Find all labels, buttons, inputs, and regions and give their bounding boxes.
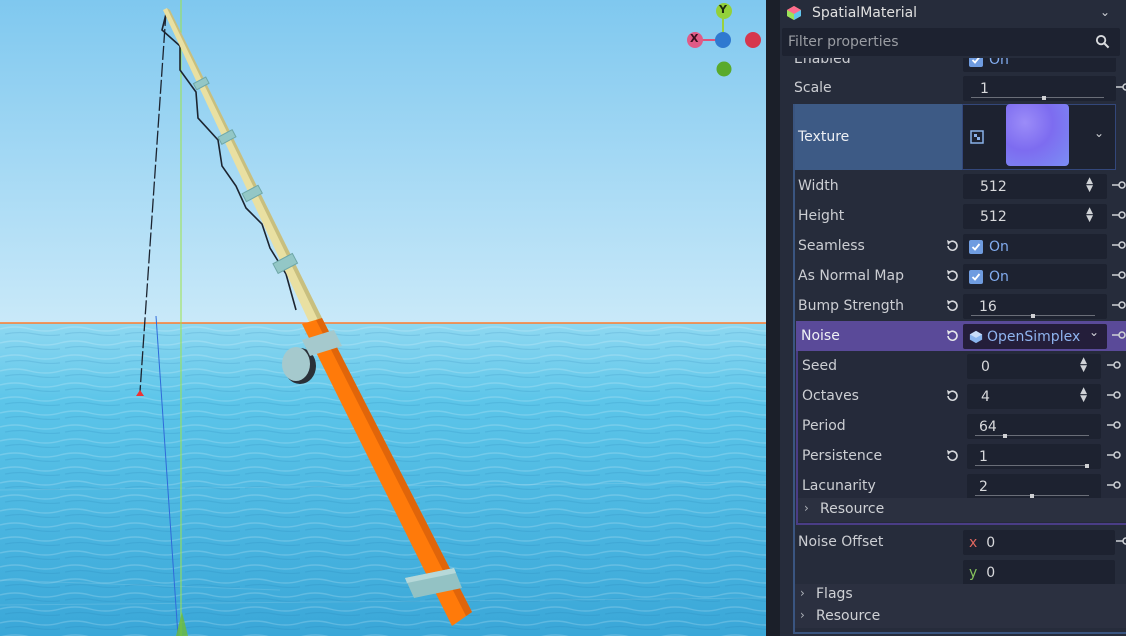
property-list: Enabled On Scale 1 Texture ⌄ Width 512 ▲… bbox=[780, 58, 1126, 636]
noise-offset-y[interactable]: y 0 bbox=[963, 560, 1115, 585]
spin-arrows-icon[interactable]: ▲ ▼ bbox=[1086, 207, 1093, 224]
revert-icon[interactable] bbox=[944, 268, 960, 284]
key-icon[interactable] bbox=[1107, 390, 1121, 400]
prop-noise[interactable]: Noise OpenSimplex ⌄ bbox=[780, 321, 1126, 351]
opensimplex-noise-icon bbox=[969, 330, 983, 343]
prop-seamless[interactable]: Seamless On bbox=[780, 231, 1126, 261]
octaves-spinbox[interactable]: 4 ▲ ▼ bbox=[967, 384, 1101, 409]
revert-icon[interactable] bbox=[944, 238, 960, 254]
prop-seed[interactable]: Seed 0 ▲ ▼ bbox=[780, 351, 1126, 381]
resource-header[interactable]: SpatialMaterial ⌄ bbox=[780, 0, 1126, 26]
noise-offset-x[interactable]: x 0 bbox=[963, 530, 1115, 555]
spatial-material-icon bbox=[787, 6, 801, 20]
gizmo-x-label[interactable]: X bbox=[690, 32, 698, 45]
prop-bump-strength[interactable]: Bump Strength 16 bbox=[780, 291, 1126, 321]
section-resource[interactable]: › Resource bbox=[794, 606, 1126, 628]
width-spinbox[interactable]: 512 ▲ ▼ bbox=[963, 174, 1107, 199]
seed-spinbox[interactable]: 0 ▲ ▼ bbox=[967, 354, 1101, 379]
gizmo-x-positive bbox=[745, 32, 761, 48]
panel-splitter[interactable] bbox=[766, 0, 780, 636]
prop-as-normal-map[interactable]: As Normal Map On bbox=[780, 261, 1126, 291]
key-icon[interactable] bbox=[1107, 360, 1121, 370]
chevron-down-icon[interactable]: ⌄ bbox=[1089, 325, 1099, 339]
lacunarity-slider[interactable]: 2 bbox=[967, 474, 1101, 499]
spin-arrows-icon[interactable]: ▲ ▼ bbox=[1086, 177, 1093, 194]
key-icon[interactable] bbox=[1112, 330, 1126, 340]
chevron-right-icon: › bbox=[800, 608, 805, 622]
key-icon[interactable] bbox=[1112, 180, 1126, 190]
checkbox[interactable] bbox=[969, 239, 983, 254]
prop-period[interactable]: Period 64 bbox=[780, 411, 1126, 441]
key-icon[interactable] bbox=[1107, 450, 1121, 460]
chevron-right-icon: › bbox=[800, 586, 805, 600]
prop-scale[interactable]: Scale 1 bbox=[780, 73, 1126, 103]
gizmo-y-negative bbox=[716, 61, 732, 77]
revert-icon[interactable] bbox=[944, 328, 960, 344]
sky bbox=[0, 0, 766, 323]
prop-lacunarity[interactable]: Lacunarity 2 bbox=[780, 471, 1126, 501]
prop-persistence[interactable]: Persistence 1 bbox=[780, 441, 1126, 471]
prop-octaves[interactable]: Octaves 4 ▲ ▼ bbox=[780, 381, 1126, 411]
prop-noise-offset[interactable]: Noise Offset x 0 y 0 bbox=[780, 527, 1126, 587]
slider-knob[interactable] bbox=[1041, 96, 1046, 100]
chevron-down-icon[interactable]: ⌄ bbox=[1100, 5, 1110, 19]
key-icon[interactable] bbox=[1107, 420, 1121, 430]
revert-icon[interactable] bbox=[944, 448, 960, 464]
prop-texture[interactable]: Texture ⌄ bbox=[794, 104, 1126, 170]
key-icon[interactable] bbox=[1116, 82, 1126, 92]
slider-knob[interactable] bbox=[1002, 434, 1007, 438]
spin-arrows-icon[interactable]: ▲ ▼ bbox=[1080, 387, 1087, 404]
texture-preview[interactable] bbox=[1006, 104, 1069, 166]
chevron-right-icon: › bbox=[804, 501, 809, 515]
resource-title: SpatialMaterial bbox=[812, 5, 918, 21]
filter-properties[interactable] bbox=[782, 28, 1120, 56]
texture-type-icon bbox=[970, 130, 984, 144]
slider-knob[interactable] bbox=[1085, 464, 1089, 468]
section-noise-resource[interactable]: › Resource bbox=[798, 498, 1126, 522]
search-icon bbox=[1095, 34, 1110, 49]
chevron-down-icon[interactable]: ⌄ bbox=[1094, 126, 1104, 140]
gizmo-z-center bbox=[715, 32, 731, 48]
noise-resource-picker[interactable]: OpenSimplex ⌄ bbox=[963, 324, 1107, 349]
prop-width[interactable]: Width 512 ▲ ▼ bbox=[780, 171, 1126, 201]
period-slider[interactable]: 64 bbox=[967, 414, 1101, 439]
prop-height[interactable]: Height 512 ▲ ▼ bbox=[780, 201, 1126, 231]
persistence-slider[interactable]: 1 bbox=[967, 444, 1101, 469]
key-icon[interactable] bbox=[1112, 300, 1126, 310]
checkbox[interactable] bbox=[969, 269, 983, 284]
checkbox[interactable] bbox=[969, 58, 983, 67]
3d-viewport[interactable]: Y X bbox=[0, 0, 766, 636]
inspector-panel: SpatialMaterial ⌄ Enabled On Scale 1 bbox=[780, 0, 1126, 636]
gizmo-y-label[interactable]: Y bbox=[719, 3, 727, 16]
key-icon[interactable] bbox=[1107, 480, 1121, 490]
filter-input[interactable] bbox=[788, 34, 1078, 50]
key-icon[interactable] bbox=[1116, 536, 1126, 546]
scale-slider[interactable]: 1 bbox=[963, 76, 1116, 101]
section-flags[interactable]: › Flags bbox=[794, 584, 1126, 606]
prop-enabled[interactable]: Enabled On bbox=[780, 58, 1126, 74]
key-icon[interactable] bbox=[1112, 210, 1126, 220]
bump-slider[interactable]: 16 bbox=[963, 294, 1107, 319]
key-icon[interactable] bbox=[1112, 270, 1126, 280]
key-icon[interactable] bbox=[1112, 240, 1126, 250]
height-spinbox[interactable]: 512 ▲ ▼ bbox=[963, 204, 1107, 229]
slider-knob[interactable] bbox=[1031, 314, 1035, 318]
spin-arrows-icon[interactable]: ▲ ▼ bbox=[1080, 357, 1087, 374]
texture-subresource-border bbox=[793, 104, 795, 634]
revert-icon[interactable] bbox=[944, 388, 960, 404]
revert-icon[interactable] bbox=[944, 298, 960, 314]
